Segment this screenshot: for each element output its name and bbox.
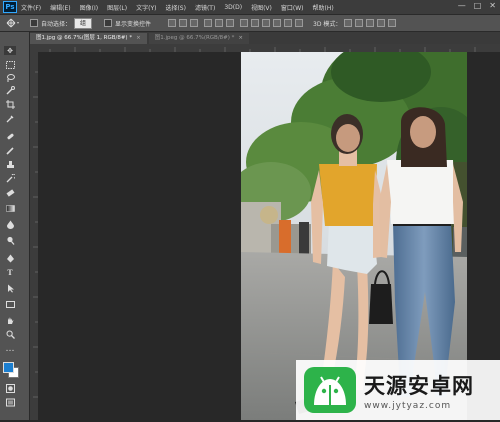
menu-select[interactable]: 选择(S)	[165, 3, 186, 12]
3d-rotate-icon[interactable]	[344, 19, 353, 27]
tab-document-2[interactable]: 图1.jpeg @ 66.7%(RGB/8#) * ×	[148, 33, 250, 44]
pen-tool-icon[interactable]	[4, 254, 16, 263]
more-tools-icon[interactable]: …	[4, 344, 16, 354]
auto-select-checkbox[interactable]	[30, 19, 38, 27]
align-vcenter-icon[interactable]	[179, 19, 188, 27]
crop-tool-icon[interactable]	[4, 100, 16, 109]
tab-document-1[interactable]: 图1.jpg @ 66.7%(图层 1, RGB/8#) * ×	[30, 33, 147, 44]
photoshop-logo: Ps	[3, 1, 17, 13]
menu-edit[interactable]: 编辑(E)	[50, 3, 70, 12]
gradient-tool-icon[interactable]	[4, 204, 16, 213]
menu-file[interactable]: 文件(F)	[21, 3, 41, 12]
tab-close-icon[interactable]: ×	[136, 35, 141, 41]
3d-drag-icon[interactable]	[366, 19, 375, 27]
eraser-tool-icon[interactable]	[4, 188, 16, 197]
distribute-bottom-icon[interactable]	[262, 19, 271, 27]
foreground-color-swatch[interactable]	[3, 362, 14, 373]
mode-3d-option: 3D 模式：	[313, 19, 397, 28]
tab-close-icon[interactable]: ×	[238, 35, 243, 41]
move-tool-icon[interactable]: ✥	[4, 46, 16, 55]
minimize-button[interactable]: —	[458, 1, 466, 10]
type-tool-icon[interactable]: T	[4, 268, 16, 277]
tab-label: 图1.jpg @ 66.7%(图层 1, RGB/8#) *	[36, 35, 133, 41]
menu-3d[interactable]: 3D(D)	[224, 4, 242, 11]
3d-slide-icon[interactable]	[377, 19, 386, 27]
zoom-tool-icon[interactable]	[4, 330, 16, 339]
menu-layer[interactable]: 图层(L)	[107, 3, 127, 12]
quick-mask-icon[interactable]	[4, 384, 16, 393]
align-top-icon[interactable]	[168, 19, 177, 27]
auto-select-dropdown[interactable]: 组	[74, 17, 93, 29]
menu-help[interactable]: 帮助(H)	[313, 3, 334, 12]
vertical-ruler[interactable]	[30, 52, 38, 420]
brush-tool-icon[interactable]	[4, 146, 16, 155]
align-buttons	[165, 19, 304, 27]
auto-select-label: 自动选择：	[41, 20, 72, 28]
show-transform-label: 显示变换控件	[115, 20, 152, 28]
distribute-top-icon[interactable]	[240, 19, 249, 27]
tab-label: 图1.jpeg @ 66.7%(RGB/8#) *	[154, 35, 235, 41]
show-transform-option: 显示变换控件	[104, 19, 151, 28]
menu-bar: Ps 文件(F) 编辑(E) 图像(I) 图层(L) 文字(Y) 选择(S) 滤…	[0, 0, 500, 14]
mode-3d-label: 3D 模式：	[313, 20, 342, 28]
menu-filter[interactable]: 滤镜(T)	[195, 3, 215, 12]
screen-mode-icon[interactable]	[4, 398, 16, 407]
maximize-button[interactable]: □	[474, 1, 482, 10]
path-select-tool-icon[interactable]	[4, 284, 16, 293]
align-right-icon[interactable]	[226, 19, 235, 27]
distribute-left-icon[interactable]	[273, 19, 282, 27]
lasso-tool-icon[interactable]	[4, 73, 16, 82]
eyedropper-tool-icon[interactable]	[4, 114, 16, 123]
watermark-banner: 天源安卓网 www.jytyaz.com	[296, 360, 500, 420]
auto-select-option: 自动选择： 组	[30, 17, 93, 29]
distribute-right-icon[interactable]	[295, 19, 304, 27]
show-transform-checkbox[interactable]	[104, 19, 113, 27]
clone-stamp-tool-icon[interactable]	[4, 160, 16, 169]
menu-image[interactable]: 图像(I)	[80, 3, 98, 12]
marquee-tool-icon[interactable]	[4, 60, 16, 69]
move-icon	[6, 18, 19, 28]
quick-select-tool-icon[interactable]	[4, 86, 16, 95]
tools-panel: ✥ T …	[0, 32, 30, 420]
menu-view[interactable]: 视图(V)	[251, 3, 272, 12]
menu-type[interactable]: 文字(Y)	[136, 3, 156, 12]
align-left-icon[interactable]	[204, 19, 213, 27]
3d-roll-icon[interactable]	[355, 19, 364, 27]
healing-brush-tool-icon[interactable]	[4, 132, 16, 141]
blur-tool-icon[interactable]	[4, 220, 16, 229]
watermark-url: www.jytyaz.com	[364, 400, 452, 411]
distribute-hcenter-icon[interactable]	[284, 19, 293, 27]
align-bottom-icon[interactable]	[190, 19, 199, 27]
menu-window[interactable]: 窗口(W)	[281, 3, 304, 12]
3d-scale-icon[interactable]	[388, 19, 397, 27]
hand-tool-icon[interactable]	[4, 316, 16, 325]
document-tabs: 图1.jpg @ 66.7%(图层 1, RGB/8#) * × 图1.jpeg …	[30, 32, 500, 44]
shape-tool-icon[interactable]	[4, 300, 16, 309]
distribute-vcenter-icon[interactable]	[251, 19, 260, 27]
dodge-tool-icon[interactable]	[4, 236, 16, 245]
watermark-title: 天源安卓网	[364, 373, 474, 398]
close-button[interactable]: ✕	[489, 1, 496, 10]
android-logo-icon	[304, 367, 356, 413]
window-controls: — □ ✕	[458, 1, 496, 10]
history-brush-tool-icon[interactable]	[4, 174, 16, 183]
watermark-text: 天源安卓网 www.jytyaz.com	[364, 370, 474, 411]
horizontal-ruler[interactable]	[30, 44, 500, 52]
move-tool-preset[interactable]	[6, 18, 20, 28]
options-bar: 自动选择： 组 显示变换控件 3D 模式：	[0, 14, 500, 32]
align-hcenter-icon[interactable]	[215, 19, 224, 27]
